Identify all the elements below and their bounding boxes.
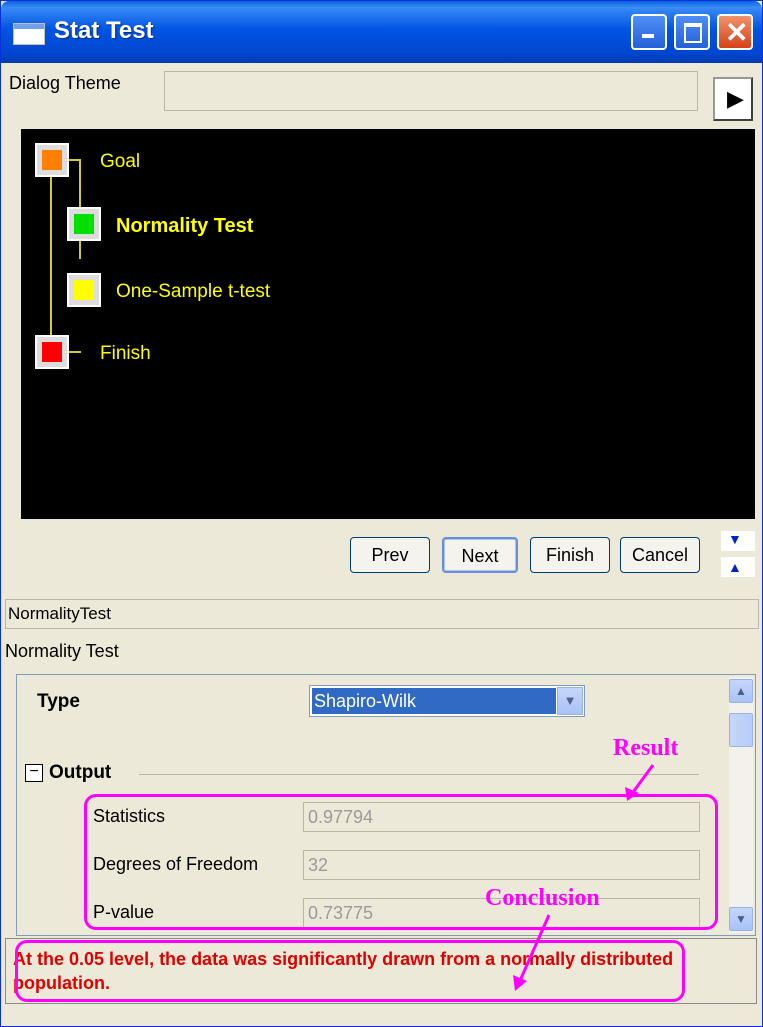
tree-node-finish-box[interactable] [35,335,69,369]
tree-node-normality-box[interactable] [67,207,101,241]
conclusion-annotation: Conclusion [485,885,600,911]
theme-menu-button[interactable]: ▶ [713,77,753,121]
close-button[interactable]: ✕ [717,14,753,50]
maximize-button[interactable] [674,14,710,50]
collapse-down-button[interactable]: ▼ [721,531,755,551]
group-divider [139,774,699,775]
tree-node-ttest-box[interactable] [67,273,101,307]
tree-connector [67,351,81,353]
node-color-goal [42,150,62,170]
tree-node-goal-box[interactable] [35,143,69,177]
tree-connector [50,164,52,360]
expand-up-button[interactable]: ▲ [721,557,755,577]
tree-node-one-sample-t-test[interactable]: One-Sample t-test [116,281,270,303]
tree-node-goal[interactable]: Goal [100,151,140,173]
step-path-field: NormalityTest [5,599,759,629]
triangle-up-icon: ▲ [728,559,742,575]
window-title: Stat Test [54,17,154,44]
tree-node-normality-test[interactable]: Normality Test [116,215,253,238]
result-highlight [84,794,718,930]
stat-test-window: Stat Test ✕ Dialog Theme ▶ Goal Normalit… [0,0,763,1027]
title-bar[interactable]: Stat Test ✕ [1,1,762,63]
triangle-down-icon: ▼ [728,531,742,547]
dialog-theme-label: Dialog Theme [9,73,121,93]
minimize-icon [642,34,654,38]
test-type-value: Shapiro-Wilk [312,688,556,714]
node-color-finish [42,342,62,362]
scroll-up-button[interactable]: ▲ [729,679,753,703]
type-label: Type [37,691,80,712]
output-group-label: Output [49,762,112,783]
maximize-icon [684,23,702,43]
wizard-tree-panel: Goal Normality Test One-Sample t-test Fi… [21,129,755,519]
scroll-down-button[interactable]: ▼ [729,907,753,931]
result-arrow-icon [625,764,655,801]
test-type-select[interactable]: Shapiro-Wilk ▼ [309,685,585,717]
prev-button[interactable]: Prev [350,537,430,573]
node-color-normality [74,214,94,234]
cancel-button[interactable]: Cancel [620,537,700,573]
window-icon [13,23,45,45]
tree-node-finish[interactable]: Finish [100,343,151,365]
result-annotation: Result [613,735,679,761]
finish-button[interactable]: Finish [530,537,610,573]
tree-connector [67,159,81,161]
next-button[interactable]: Next [442,537,518,573]
dialog-theme-combo[interactable] [164,71,698,111]
close-icon: ✕ [725,17,749,48]
node-color-ttest [74,280,94,300]
step-title: Normality Test [5,641,119,661]
play-arrow-icon: ▶ [727,86,744,111]
chevron-down-icon[interactable]: ▼ [557,687,583,715]
minimize-button[interactable] [631,14,667,50]
collapse-output-toggle[interactable]: − [25,764,43,782]
conclusion-highlight [15,940,685,1002]
scroll-thumb[interactable] [729,713,753,747]
conclusion-arrow-icon [513,914,551,991]
properties-scrollbar[interactable]: ▲ ▼ [729,677,753,933]
